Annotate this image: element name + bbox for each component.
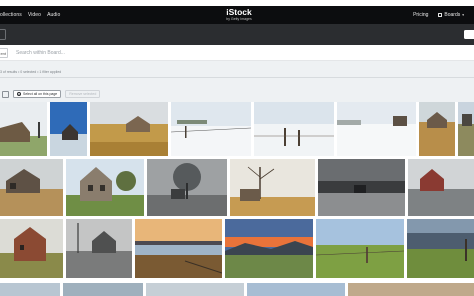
filter-toggle-button[interactable] (0, 29, 6, 40)
board-search: ent (0, 45, 474, 61)
image-thumb-bw-lonely-barn[interactable] (318, 159, 405, 216)
divider (0, 77, 474, 78)
results-summary: 3 of results • 0 selected • 1 filter app… (0, 70, 62, 74)
image-thumb-snow-fence-post[interactable] (254, 102, 334, 156)
image-thumb-bw-tree-cabin[interactable] (147, 159, 227, 216)
account-nav: Pricing Boards ▾ (413, 6, 464, 24)
image-thumb-bottom-4[interactable] (247, 283, 345, 296)
image-thumb-bottom-2[interactable] (63, 283, 143, 296)
image-thumb-storm-fence-field[interactable] (407, 219, 474, 278)
pricing-link[interactable]: Pricing (413, 12, 428, 18)
image-thumb-golden-field-barn[interactable] (90, 102, 168, 156)
image-thumb-bottom-1[interactable] (0, 283, 60, 296)
main-nav: ollections Video Audio (0, 6, 60, 24)
site-header: ollections Video Audio iStock by Getty I… (0, 6, 474, 24)
nav-video[interactable]: Video (28, 12, 41, 18)
image-thumb-bottom-3[interactable] (146, 283, 244, 296)
image-thumb-blue-sky-house[interactable] (50, 102, 87, 156)
nav-collections[interactable]: ollections (0, 12, 22, 18)
image-thumb-sunset-mountains[interactable] (225, 219, 313, 278)
image-thumb-sunset-lake-sheds[interactable] (135, 219, 222, 278)
image-thumb-green-field-post[interactable] (316, 219, 404, 278)
istock-logo[interactable]: iStock by Getty Images (224, 8, 254, 22)
remove-selected-button[interactable]: Remove selected (65, 90, 101, 98)
image-thumb-prairie-edge[interactable] (458, 102, 474, 156)
image-thumb-bottom-5[interactable] (348, 283, 474, 296)
boards-label: Boards (444, 12, 461, 18)
board-toolbar (0, 24, 474, 45)
logo-text: iStock (226, 7, 252, 17)
image-thumb-weathered-farmhouse[interactable] (0, 159, 63, 216)
search-input[interactable] (16, 47, 316, 59)
image-grid (0, 102, 474, 296)
image-thumb-bw-house-right[interactable] (408, 159, 474, 216)
image-thumb-red-farmhouse[interactable] (0, 219, 63, 278)
select-all-label: Select all on this page (23, 92, 58, 96)
board-action-button[interactable] (464, 30, 474, 39)
remove-selected-label: Remove selected (69, 92, 97, 96)
boards-menu[interactable]: Boards ▾ (438, 12, 464, 18)
image-thumb-barn-left-crop[interactable] (0, 102, 47, 156)
image-thumb-bw-ruin-trees[interactable] (66, 219, 132, 278)
nav-audio[interactable]: Audio (47, 12, 60, 18)
chevron-down-icon: ▾ (462, 13, 464, 17)
image-thumb-snow-fence-wide[interactable] (171, 102, 251, 156)
logo-subtext: by Getty Images (226, 17, 252, 21)
image-thumb-snowy-field-house[interactable] (337, 102, 416, 156)
grid-view-icon[interactable] (2, 90, 9, 98)
select-all-button[interactable]: + Select all on this page (13, 90, 62, 98)
selection-tools: + Select all on this page Remove selecte… (0, 87, 101, 101)
plus-icon: + (17, 92, 21, 96)
image-thumb-autumn-farm[interactable] (419, 102, 455, 156)
search-scope-dropdown[interactable]: ent (0, 48, 8, 58)
boards-icon (438, 13, 443, 17)
image-thumb-two-story-house[interactable] (66, 159, 144, 216)
image-thumb-bare-tree-shack[interactable] (230, 159, 315, 216)
